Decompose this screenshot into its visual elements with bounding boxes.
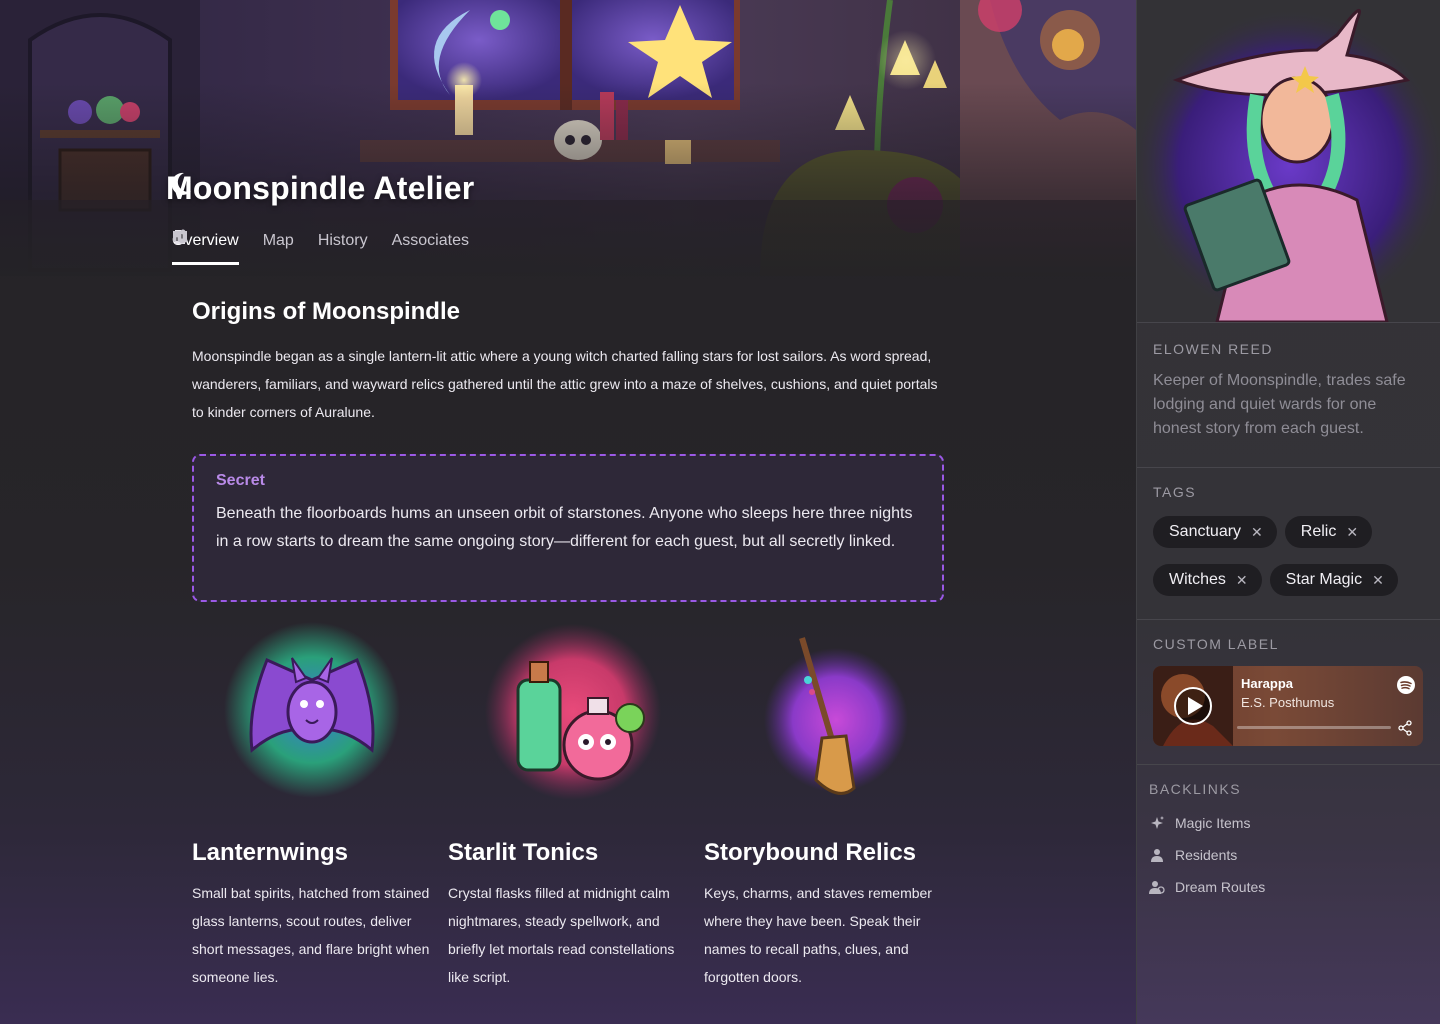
tab-associates[interactable]: Associates xyxy=(173,228,469,265)
tag-chip[interactable]: Star Magic ✕ xyxy=(1269,564,1398,596)
tag-list: Sanctuary ✕ Relic ✕ Witches ✕ Star Magic… xyxy=(1153,516,1433,596)
track-title: Harappa xyxy=(1241,676,1294,691)
close-icon[interactable]: ✕ xyxy=(1251,524,1263,541)
tags-section: TAGS Sanctuary ✕ Relic ✕ Witches ✕ Star … xyxy=(1137,467,1440,619)
card-storybound-relics: Storybound Relics Keys, charms, and stav… xyxy=(704,620,960,991)
tab-map[interactable]: Map xyxy=(173,228,294,265)
card-text: Crystal flasks filled at midnight calm n… xyxy=(448,885,675,985)
progress-bar[interactable] xyxy=(1237,726,1391,729)
spotify-icon[interactable] xyxy=(1397,676,1415,694)
close-icon[interactable]: ✕ xyxy=(1236,572,1248,589)
track-artist: E.S. Posthumus xyxy=(1241,695,1335,710)
tag-chip[interactable]: Witches ✕ xyxy=(1153,564,1262,596)
backlink-residents[interactable]: Residents xyxy=(1149,839,1429,871)
tab-map-label: Map xyxy=(262,232,294,249)
tag-label: Witches xyxy=(1169,571,1226,588)
hero-shade xyxy=(0,0,1136,276)
secret-callout: Secret Beneath the floorboards hums an u… xyxy=(192,454,944,602)
main-content: Moonspindle Atelier Overview Map History… xyxy=(0,0,1136,1024)
card-lanternwings: Lanternwings Small bat spirits, hatched … xyxy=(192,620,448,991)
sidebar: ELOWEN REED Keeper of Moonspindle, trade… xyxy=(1136,0,1440,1024)
sparkle-icon xyxy=(1151,816,1164,829)
tab-history-label: History xyxy=(317,232,368,249)
card-title: Storybound Relics xyxy=(704,839,917,866)
custom-label-label: CUSTOM LABEL xyxy=(1153,636,1279,652)
page-title-row: Moonspindle Atelier xyxy=(166,170,474,207)
keeper-description: Keeper of Moonspindle, trades safe lodgi… xyxy=(1153,372,1406,437)
keeper-section: ELOWEN REED Keeper of Moonspindle, trade… xyxy=(1137,322,1440,467)
keeper-portrait xyxy=(1137,0,1440,322)
moon-icon xyxy=(171,172,191,195)
person-icon xyxy=(1151,849,1163,862)
tag-label: Star Magic xyxy=(1285,571,1363,588)
bat-illustration xyxy=(224,622,400,798)
origins-paragraph: Moonspindle began as a single lantern-li… xyxy=(192,348,938,420)
network-icon xyxy=(173,229,186,244)
backlink-dream-routes[interactable]: Dream Routes xyxy=(1149,871,1429,903)
broom-illustration xyxy=(764,637,908,795)
custom-label-section: CUSTOM LABEL Harappa E.S. Posthumus xyxy=(1137,619,1440,764)
backlinks-label: BACKLINKS xyxy=(1149,781,1242,797)
card-text: Keys, charms, and staves remember where … xyxy=(704,885,932,985)
secret-text: Beneath the floorboards hums an unseen o… xyxy=(216,505,913,550)
keeper-name: ELOWEN REED xyxy=(1153,341,1273,357)
origins-heading: Origins of Moonspindle xyxy=(192,298,460,325)
page-title: Moonspindle Atelier xyxy=(166,170,475,206)
card-text: Small bat spirits, hatched from stained … xyxy=(192,885,430,985)
feature-cards: Lanternwings Small bat spirits, hatched … xyxy=(192,620,960,991)
share-icon[interactable] xyxy=(1397,720,1413,736)
people-icon xyxy=(1149,881,1165,894)
play-icon[interactable] xyxy=(1173,686,1213,726)
overview-content: Origins of Moonspindle Moonspindle began… xyxy=(192,298,944,602)
secret-label: Secret xyxy=(216,472,265,489)
backlink-magic-items[interactable]: Magic Items xyxy=(1149,807,1429,839)
backlink-label: Magic Items xyxy=(1175,815,1251,831)
backlinks-section: BACKLINKS Magic Items Residents Dream Ro… xyxy=(1137,764,1440,924)
backlink-list: Magic Items Residents Dream Routes xyxy=(1149,807,1429,903)
close-icon[interactable]: ✕ xyxy=(1372,572,1384,589)
hero-banner: Moonspindle Atelier Overview Map History… xyxy=(0,0,1136,276)
card-title: Starlit Tonics xyxy=(448,839,599,866)
card-title: Lanternwings xyxy=(192,839,349,866)
tag-label: Relic xyxy=(1300,523,1337,540)
close-icon[interactable]: ✕ xyxy=(1346,524,1358,541)
tab-bar: Overview Map History Associates xyxy=(172,228,469,266)
tag-chip[interactable]: Relic ✕ xyxy=(1284,516,1373,548)
tags-label: TAGS xyxy=(1153,484,1197,500)
tag-chip[interactable]: Sanctuary ✕ xyxy=(1153,516,1277,548)
card-starlit-tonics: Starlit Tonics Crystal flasks filled at … xyxy=(448,620,704,991)
tab-history[interactable]: History xyxy=(173,228,368,265)
music-player: Harappa E.S. Posthumus xyxy=(1153,666,1423,746)
tab-associates-label: Associates xyxy=(391,232,469,249)
tag-label: Sanctuary xyxy=(1169,523,1242,540)
backlink-label: Residents xyxy=(1175,847,1238,863)
backlink-label: Dream Routes xyxy=(1175,879,1266,895)
potions-illustration xyxy=(485,624,661,800)
